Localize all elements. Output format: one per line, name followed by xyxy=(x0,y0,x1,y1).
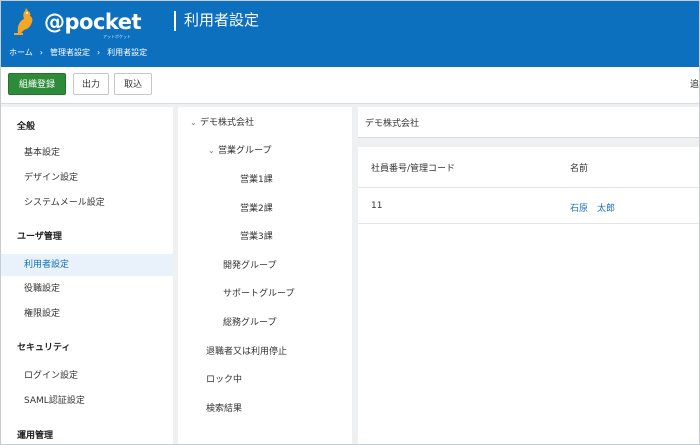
sidebar-item-system-mail-settings[interactable]: システムメール設定 xyxy=(1,192,173,214)
header-divider xyxy=(174,11,176,31)
main-content: デモ株式会社 社員番号/管理コード 名前 11 石原 太郎 xyxy=(358,107,699,444)
breadcrumb-separator-icon: › xyxy=(39,48,43,57)
sidebar: 全般 基本設定 デザイン設定 システムメール設定 ユーザ管理 利用者設定 役職設… xyxy=(1,107,173,444)
sidebar-section-user-management: ユーザ管理 xyxy=(17,232,62,242)
tree-node-root[interactable]: ⌄ デモ株式会社 xyxy=(190,115,254,128)
breadcrumb-separator-icon: › xyxy=(96,48,101,57)
sidebar-item-user-settings[interactable]: 利用者設定 xyxy=(1,254,173,276)
column-header-name[interactable]: 名前 xyxy=(570,161,588,174)
import-button[interactable]: 取込 xyxy=(114,73,152,95)
tree-node-support-group[interactable]: サポートグループ xyxy=(223,286,294,299)
sidebar-section-operations: 運用管理 xyxy=(17,431,54,441)
organization-tree: ⌄ デモ株式会社 ⌄ 営業グループ 営業1課 営業2課 営業3課 開発グループ サポ… xyxy=(178,107,352,444)
table-divider xyxy=(358,223,699,224)
tree-node-search-results[interactable]: 検索結果 xyxy=(206,401,242,414)
export-button[interactable]: 出力 xyxy=(73,73,109,95)
tree-node-locked[interactable]: ロック中 xyxy=(206,372,242,385)
tree-node-sales-1[interactable]: 営業1課 xyxy=(240,172,273,185)
header: @pocket アットポケット 利用者設定 ホーム › 管理者設定 › 利用者設… xyxy=(1,1,699,67)
breadcrumb-home[interactable]: ホーム xyxy=(9,47,33,59)
sidebar-item-login-settings[interactable]: ログイン設定 xyxy=(1,365,173,387)
logo[interactable]: @pocket アットポケット xyxy=(11,7,161,39)
page-title: 利用者設定 xyxy=(184,11,260,29)
column-header-employee-code[interactable]: 社員番号/管理コード xyxy=(371,161,455,174)
tree-node-admin-group[interactable]: 総務グループ xyxy=(223,315,276,328)
logo-subtext: アットポケット xyxy=(103,34,131,39)
sidebar-item-design-settings[interactable]: デザイン設定 xyxy=(1,167,173,189)
sidebar-section-general: 全般 xyxy=(17,122,36,132)
user-table: 社員番号/管理コード 名前 11 石原 太郎 xyxy=(358,147,699,444)
tree-node-sales-group[interactable]: ⌄ 営業グループ xyxy=(208,143,271,156)
register-organization-button[interactable]: 組織登録 xyxy=(8,73,66,95)
tree-node-label: 営業グループ xyxy=(218,146,272,156)
tree-node-sales-2[interactable]: 営業2課 xyxy=(240,201,273,214)
breadcrumb: ホーム › 管理者設定 › 利用者設定 xyxy=(9,47,147,59)
cell-user-name-link[interactable]: 石原 太郎 xyxy=(570,201,615,214)
sidebar-item-position-settings[interactable]: 役職設定 xyxy=(1,278,173,300)
sidebar-section-security: セキュリティ xyxy=(17,343,71,353)
toolbar: 組織登録 出力 取込 追 xyxy=(1,67,699,104)
selected-organization-name: デモ株式会社 xyxy=(365,119,420,129)
tree-node-retired[interactable]: 退職者又は利用停止 xyxy=(206,344,287,357)
tree-node-label: デモ株式会社 xyxy=(200,118,255,128)
table-divider xyxy=(358,187,699,188)
add-button-partial[interactable]: 追 xyxy=(690,77,699,90)
cell-employee-code: 11 xyxy=(371,201,383,211)
logo-text: @pocket xyxy=(44,10,142,34)
breadcrumb-admin-settings[interactable]: 管理者設定 xyxy=(50,47,90,59)
sidebar-item-basic-settings[interactable]: 基本設定 xyxy=(1,142,173,164)
selected-organization: デモ株式会社 xyxy=(358,107,699,138)
chevron-down-icon[interactable]: ⌄ xyxy=(190,118,200,127)
app-frame: @pocket アットポケット 利用者設定 ホーム › 管理者設定 › 利用者設… xyxy=(0,0,700,445)
sidebar-item-permission-settings[interactable]: 権限設定 xyxy=(1,303,173,325)
tree-node-dev-group[interactable]: 開発グループ xyxy=(223,258,276,271)
sidebar-item-saml-settings[interactable]: SAML認証設定 xyxy=(1,390,173,412)
chevron-down-icon[interactable]: ⌄ xyxy=(208,146,218,155)
breadcrumb-user-settings: 利用者設定 xyxy=(107,48,148,57)
tree-node-sales-3[interactable]: 営業3課 xyxy=(240,229,273,242)
kangaroo-icon xyxy=(14,8,33,35)
